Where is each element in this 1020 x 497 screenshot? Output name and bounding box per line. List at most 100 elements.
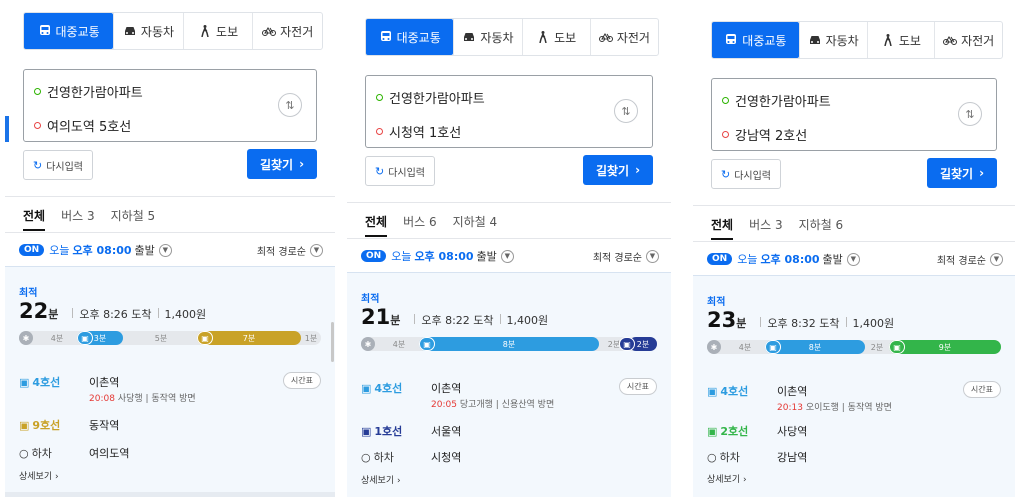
timetable-button[interactable]: 시간표 [282,372,321,389]
destination-dot-icon [34,122,41,129]
search-button[interactable]: 길찾기 › [927,158,997,188]
detail-link[interactable]: 상세보기 › [361,473,401,486]
detail-link[interactable]: 상세보기 › [19,469,59,482]
bike-icon [262,27,277,36]
tab-bike[interactable]: 자전거 [252,13,322,49]
tab-car[interactable]: 자동차 [113,13,183,49]
search-button[interactable]: 길찾기 › [247,149,317,179]
chevron-down-icon[interactable]: ▼ [158,243,172,257]
origin-field[interactable]: 건영한가람아파트 [722,91,831,110]
bike-icon [943,36,958,45]
sort-select[interactable]: 최적 경로순 ▼ [937,252,1003,267]
filter-bus[interactable]: 버스 3 [61,207,95,231]
tab-bike[interactable]: 자전거 [934,22,1002,58]
on-badge[interactable]: ON [707,253,733,265]
origin-field[interactable]: 건영한가람아파트 [34,82,143,101]
tab-walk[interactable]: 도보 [866,22,935,58]
station-name: 여의도역 [89,447,130,460]
walk-segment: 4분 [392,339,406,349]
filter-subway[interactable]: 지하철 5 [111,207,156,231]
tab-bike[interactable]: 자전거 [589,19,658,55]
subway-icon: ▣ [361,381,372,395]
destination-field[interactable]: 시청역 1호선 [376,122,461,141]
circle-icon: ○ [361,450,371,464]
sort-select[interactable]: 최적 경로순 ▼ [257,243,323,258]
swap-icon[interactable]: ⇅ [958,102,982,126]
departure-row: ON 오늘 오후 08:00 출발 ▼ 최적 경로순 ▼ [361,246,659,266]
fare: 1,400원 [852,317,895,330]
line-label: ▣ 9호선 [19,417,60,433]
filter-all[interactable]: 전체 [23,207,46,231]
filter-all[interactable]: 전체 [365,213,388,237]
chevron-down-icon[interactable]: ▼ [846,252,860,266]
sort-label: 최적 경로순 [592,252,642,264]
sort-label: 최적 경로순 [936,255,986,267]
train-direction: 오이도행 | 동작역 방면 [805,403,892,413]
route-card[interactable]: 최적 22 분 오후 8:26 도착 1,400원 ✱ 4분 3분 ▣ 5분 7분… [5,266,335,497]
tab-car[interactable]: 자동차 [453,19,521,55]
origin-text: 건영한가람아파트 [47,86,143,101]
depart-time[interactable]: 오후 08:00 [414,248,473,264]
chevron-down-icon[interactable]: ▼ [500,249,514,263]
detail-link[interactable]: 상세보기 › [707,472,747,485]
tab-transit[interactable]: 대중교통 [24,13,114,49]
divider [5,196,335,197]
walk-segment: 5분 [154,333,168,343]
timetable-button[interactable]: 시간표 [618,378,657,395]
alight-label: ○ 하차 [19,445,52,461]
tab-transit[interactable]: 대중교통 [366,19,454,55]
tab-car[interactable]: 자동차 [798,22,867,58]
on-badge[interactable]: ON [361,250,387,262]
route-card[interactable]: 최적 23 분 오후 8:32 도착 1,400원 ✱ 4분 8분 ▣ 2분 9분… [693,275,1015,497]
depart-time[interactable]: 오후 08:00 [760,251,819,267]
line-name: 4호선 [720,385,749,398]
swap-icon[interactable]: ⇅ [614,99,638,123]
sort-select[interactable]: 최적 경로순 ▼ [593,249,659,264]
mode-tabs: 대중교통 자동차 도보 자전거 [711,21,1003,59]
fare: 1,400원 [506,314,549,327]
walk-icon: ✱ [361,337,375,351]
station-name: 시청역 [431,451,462,464]
line-name: 9호선 [32,419,61,432]
reset-button[interactable]: ↻ 다시입력 [23,150,93,180]
line-name: 4호선 [374,382,403,395]
filter-bus[interactable]: 버스 6 [403,213,437,237]
tab-transit[interactable]: 대중교통 [712,22,799,58]
subway-icon: ▣ [361,424,372,438]
on-badge[interactable]: ON [19,244,45,256]
reset-button[interactable]: ↻ 다시입력 [711,159,781,189]
origin-text: 건영한가람아파트 [389,92,485,107]
departure-row: ON 오늘 오후 08:00 출발 ▼ 최적 경로순 ▼ [19,240,323,260]
destination-field[interactable]: 여의도역 5호선 [34,116,131,135]
divider [347,202,671,203]
scrollbar[interactable] [331,322,334,362]
route-summary: 22 분 오후 8:26 도착 1,400원 [19,299,206,323]
line-label: ▣ 1호선 [361,423,402,439]
result-filter-tabs: 전체 버스 3 지하철 6 [711,216,843,240]
timetable-button[interactable]: 시간표 [962,381,1001,398]
reset-button[interactable]: ↻ 다시입력 [365,156,435,186]
car-icon [809,36,820,44]
search-button[interactable]: 길찾기 › [583,155,653,185]
depart-time[interactable]: 오후 08:00 [72,242,131,258]
filter-bus[interactable]: 버스 3 [749,216,783,240]
tab-walk[interactable]: 도보 [182,13,253,49]
chevron-right-icon: › [979,166,985,180]
destination-text: 여의도역 5호선 [47,120,132,135]
filter-all[interactable]: 전체 [711,216,734,240]
destination-field[interactable]: 강남역 2호선 [722,125,807,144]
fare: 1,400원 [164,308,207,321]
filter-subway[interactable]: 지하철 6 [799,216,844,240]
swap-icon[interactable]: ⇅ [278,93,302,117]
destination-dot-icon [376,128,383,135]
route-panel-3: 대중교통 자동차 도보 자전거 건영한가람아파트 강남역 2호선 ⇅ ↻ 다시입력… [693,9,1015,497]
train-time: 20:13 [777,403,803,413]
tab-walk[interactable]: 도보 [521,19,590,55]
result-filter-tabs: 전체 버스 3 지하철 5 [23,207,155,231]
filter-subway[interactable]: 지하철 4 [453,213,498,237]
search-label: 길찾기 [595,163,630,178]
line-name: 2호선 [720,425,749,438]
route-card[interactable]: 최적 21 분 오후 8:22 도착 1,400원 ✱ 4분 8분 ▣ 2분 2분… [347,272,671,497]
origin-field[interactable]: 건영한가람아파트 [376,88,485,107]
station-name: 이촌역 [431,382,462,395]
